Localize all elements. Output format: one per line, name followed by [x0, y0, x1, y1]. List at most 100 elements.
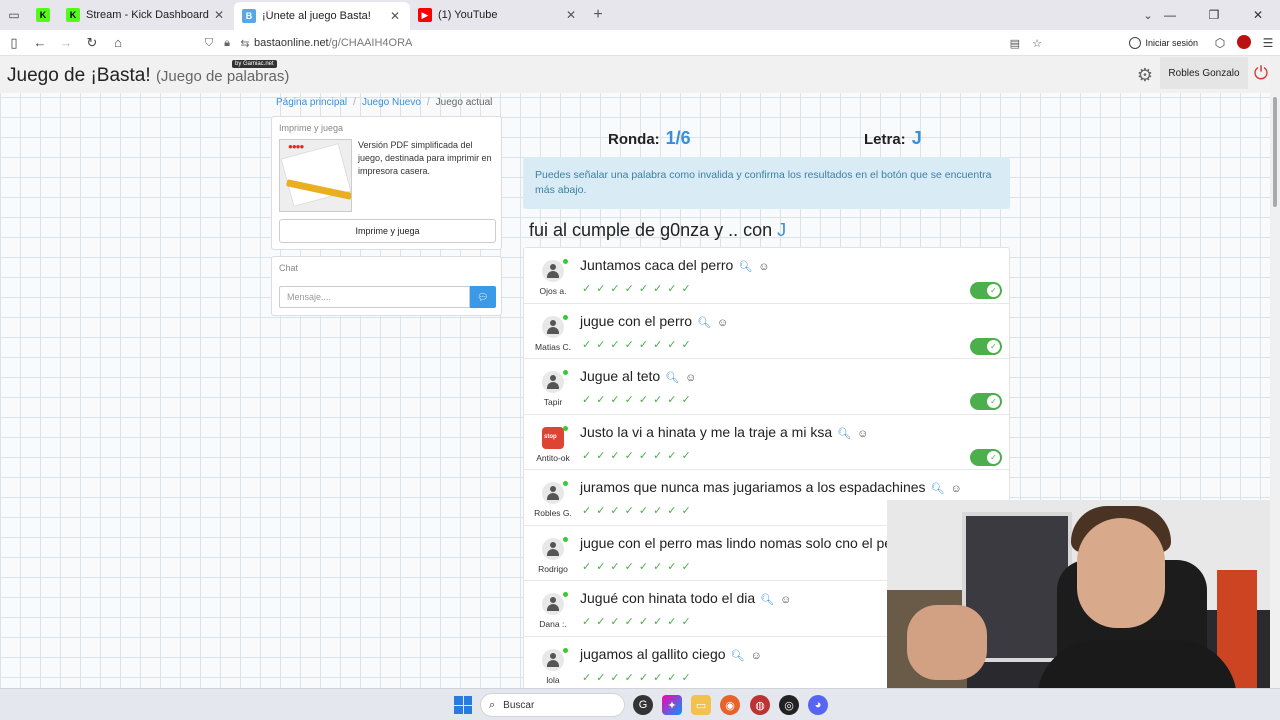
- answer-text: jugue con el perro: [580, 312, 693, 329]
- letter-indicator: Letra: J: [864, 128, 922, 149]
- back-button[interactable]: ←: [28, 31, 52, 55]
- bookmark-star-icon[interactable]: ☆: [1032, 37, 1042, 50]
- search-icon[interactable]: 🔍︎: [731, 650, 745, 662]
- home-button[interactable]: ⌂: [106, 31, 130, 55]
- taskbar-search-label: Buscar: [503, 699, 535, 711]
- minimize-button[interactable]: —: [1148, 0, 1192, 30]
- valid-toggle[interactable]: ✓: [970, 282, 1002, 299]
- scrollbar-thumb[interactable]: [1273, 97, 1277, 207]
- reaction-icon[interactable]: ☺: [857, 428, 868, 440]
- gear-icon[interactable]: ⚙: [1133, 63, 1157, 87]
- sidebar-toggle-icon[interactable]: ▯: [2, 31, 26, 55]
- browser-tab-strip: ▭ K K Stream - Kick Dashboard ✕ B ¡Únete…: [0, 0, 1280, 30]
- tab-basta[interactable]: B ¡Únete al juego Basta! ✕: [234, 2, 410, 30]
- breadcrumb-home[interactable]: Página principal: [276, 97, 347, 108]
- new-tab-button[interactable]: +: [586, 6, 610, 24]
- valid-toggle[interactable]: ✓: [970, 337, 1002, 355]
- menu-icon[interactable]: ☰: [1256, 36, 1280, 50]
- user-name: Robles Gonzalo: [1168, 67, 1240, 79]
- reaction-icon[interactable]: ☺: [780, 594, 791, 606]
- reaction-icon[interactable]: ☺: [685, 372, 696, 384]
- letter-label: Letra:: [864, 131, 906, 148]
- search-icon[interactable]: 🔍︎: [931, 483, 945, 495]
- answer-text: jugue con el perro mas lindo nomas solo …: [580, 534, 893, 551]
- close-window-button[interactable]: ✕: [1236, 0, 1280, 30]
- search-icon[interactable]: 🔍︎: [665, 372, 679, 384]
- obs-icon[interactable]: ◎: [779, 695, 799, 715]
- file-explorer-icon[interactable]: ▭: [691, 695, 711, 715]
- valid-toggle[interactable]: ✓: [970, 393, 1002, 410]
- round-indicator: Ronda: 1/6: [608, 128, 691, 149]
- windows-start-icon[interactable]: [454, 696, 472, 714]
- youtube-icon: ▶: [418, 8, 432, 22]
- breadcrumb-separator: /: [426, 97, 430, 108]
- webcam-overlay: [887, 500, 1270, 720]
- permissions-icon[interactable]: ⇆: [236, 37, 254, 50]
- sign-in-button[interactable]: Iniciar sesión: [1129, 37, 1198, 49]
- tab-overview-icon[interactable]: ▭: [0, 0, 28, 30]
- taskbar-search[interactable]: ⌕ Buscar: [480, 693, 625, 717]
- answer-text-wrap: juramos que nunca mas jugariamos a los e…: [580, 479, 962, 495]
- close-icon[interactable]: ✕: [212, 8, 226, 22]
- search-icon[interactable]: 🔍︎: [738, 261, 752, 273]
- reload-button[interactable]: ↻: [80, 31, 104, 55]
- answer-text: jugamos al gallito ciego: [580, 645, 726, 662]
- chat-input[interactable]: Mensaje....: [279, 286, 470, 308]
- sign-in-label: Iniciar sesión: [1145, 38, 1198, 48]
- valid-toggle[interactable]: ✓: [970, 448, 1002, 466]
- site-title[interactable]: Juego de ¡Basta! (Juego de palabras): [7, 65, 289, 87]
- power-icon[interactable]: ⏻: [1250, 62, 1270, 84]
- answer-text: Juntamos caca del perro: [580, 257, 734, 273]
- print-button[interactable]: Imprime y juega: [279, 219, 496, 243]
- player-name: Dana :.: [539, 619, 567, 629]
- tab-youtube[interactable]: ▶ (1) YouTube ✕: [410, 0, 586, 30]
- print-thumbnail[interactable]: ●●●●: [279, 139, 352, 212]
- tab-title: ¡Únete al juego Basta!: [262, 10, 371, 22]
- breadcrumb-current: Juego actual: [435, 97, 493, 108]
- app-red-icon[interactable]: ◍: [750, 695, 770, 715]
- answer-text-wrap: Juntamos caca del perro 🔍︎ ☺: [580, 257, 770, 273]
- user-menu[interactable]: Robles Gonzalo: [1160, 57, 1248, 89]
- breadcrumb-new-game[interactable]: Juego Nuevo: [362, 97, 421, 108]
- user-avatar-icon: [542, 315, 564, 338]
- online-status-dot: [563, 314, 568, 320]
- firefox-icon[interactable]: ◉: [720, 695, 740, 715]
- reaction-icon[interactable]: ☺: [751, 650, 762, 662]
- copilot-icon[interactable]: ✦: [662, 695, 682, 715]
- lock-icon[interactable]: 🔒︎: [218, 37, 236, 50]
- breadcrumb: Página principal / Juego Nuevo / Juego a…: [276, 97, 492, 108]
- search-icon[interactable]: 🔍︎: [837, 428, 851, 440]
- tab-kick-pinned[interactable]: K: [28, 0, 58, 30]
- gamiac-badge[interactable]: by Gamiac.net: [232, 60, 277, 68]
- reaction-icon[interactable]: ☺: [951, 483, 962, 495]
- reaction-icon[interactable]: ☺: [758, 261, 769, 273]
- extensions-icon[interactable]: ⬡: [1208, 36, 1232, 50]
- player-name: Tapir: [543, 397, 563, 407]
- discord-icon[interactable]: ◕: [808, 695, 828, 715]
- close-icon[interactable]: ✕: [564, 8, 578, 22]
- tab-kick-dashboard[interactable]: K Stream - Kick Dashboard ✕: [58, 0, 234, 30]
- shield-icon[interactable]: ⛉: [200, 37, 218, 50]
- answer-text: Jugue al teto: [580, 368, 661, 384]
- app-g-icon[interactable]: G: [633, 695, 653, 715]
- close-icon[interactable]: ✕: [388, 9, 402, 23]
- ublock-icon[interactable]: [1232, 34, 1256, 52]
- search-icon[interactable]: 🔍︎: [697, 317, 711, 329]
- window-controls: — ❐ ✕: [1148, 0, 1280, 30]
- category-letter: J: [777, 220, 787, 240]
- answer-row: Ojos a. Juntamos caca del perro 🔍︎ ☺ ✓✓✓✓✓✓✓…: [524, 248, 1009, 304]
- kick-icon: K: [66, 8, 80, 22]
- maximize-button[interactable]: ❐: [1192, 0, 1236, 30]
- page-scrollbar[interactable]: [1270, 57, 1280, 688]
- user-avatar-icon: [542, 371, 564, 393]
- reaction-icon[interactable]: ☺: [717, 317, 728, 329]
- address-bar[interactable]: ⛉ 🔒︎ ⇆ bastaonline.net/g/CHAAIH4ORA ▤ ☆: [200, 33, 1050, 53]
- send-message-button[interactable]: 💬︎: [470, 286, 496, 308]
- search-icon[interactable]: 🔍︎: [760, 594, 774, 606]
- player-name: Ojos a.: [539, 286, 567, 296]
- reader-view-icon[interactable]: ▤: [1010, 37, 1020, 50]
- forward-button[interactable]: →: [54, 31, 78, 55]
- print-panel-title: Imprime y juega: [279, 123, 344, 133]
- letter-value: J: [911, 128, 922, 148]
- tab-title: Stream - Kick Dashboard: [86, 9, 209, 21]
